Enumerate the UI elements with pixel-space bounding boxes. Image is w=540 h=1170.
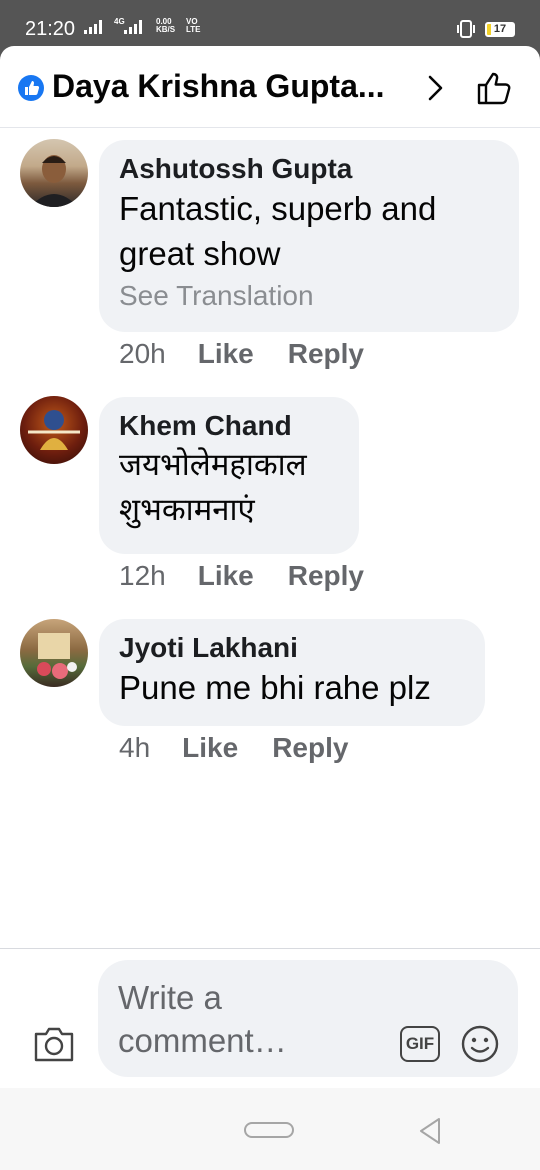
signal-strength-2-icon	[124, 20, 142, 34]
see-translation-link[interactable]: See Translation	[119, 278, 499, 314]
comment-author[interactable]: Ashutossh Gupta	[119, 152, 499, 186]
comment-bubble: Jyoti Lakhani Pune me bhi rahe plz	[99, 619, 485, 726]
avatar[interactable]	[20, 139, 88, 207]
page-title[interactable]: Daya Krishna Gupta...	[52, 68, 385, 105]
status-bar: 21:20 4G 0.00 KB/S VO LTE 17	[0, 0, 540, 46]
net-speed: 0.00 KB/S	[156, 17, 176, 34]
reply-button[interactable]: Reply	[288, 560, 364, 592]
comment-time: 4h	[119, 732, 151, 763]
comment-time: 12h	[119, 560, 166, 591]
thumbs-up-icon[interactable]	[476, 70, 514, 106]
home-button[interactable]	[244, 1122, 294, 1138]
comment-actions: 20h Like Reply	[119, 338, 364, 370]
avatar[interactable]	[20, 396, 88, 464]
like-button[interactable]: Like	[182, 732, 238, 764]
like-button[interactable]: Like	[198, 338, 254, 370]
camera-icon[interactable]	[32, 1024, 76, 1064]
avatar[interactable]	[20, 619, 88, 687]
comment-author[interactable]: Jyoti Lakhani	[119, 631, 465, 665]
battery-icon: 17	[485, 22, 515, 37]
comment-author[interactable]: Khem Chand	[119, 409, 339, 443]
volte-indicator: VO LTE	[186, 17, 201, 34]
gif-button[interactable]: GIF	[400, 1026, 440, 1062]
sheet-header: Daya Krishna Gupta...	[0, 46, 540, 128]
status-time: 21:20	[25, 18, 76, 40]
reply-button[interactable]: Reply	[272, 732, 348, 764]
chevron-right-icon[interactable]	[426, 74, 446, 102]
comment-text: Pune me bhi rahe plz	[119, 669, 431, 706]
comment-bubble: Khem Chand जयभोलेमहाकाल शुभकामनाएं	[99, 397, 359, 554]
back-icon[interactable]	[417, 1116, 443, 1146]
comment-bubble: Ashutossh Gupta Fantastic, superb and gr…	[99, 140, 519, 332]
comment-time: 20h	[119, 338, 166, 369]
system-nav-bar	[0, 1088, 540, 1170]
signal-strength-icon	[84, 20, 102, 34]
comment-actions: 4h Like Reply	[119, 732, 348, 764]
like-button[interactable]: Like	[198, 560, 254, 592]
comment-text: Fantastic, superb and great show	[119, 190, 437, 272]
like-badge-icon	[18, 75, 44, 101]
smiley-icon[interactable]	[460, 1024, 500, 1064]
comment-input[interactable]: Write a comment… GIF	[98, 960, 518, 1077]
comments-sheet: Daya Krishna Gupta... Ashutossh Gupta Fa…	[0, 46, 540, 1170]
comment-actions: 12h Like Reply	[119, 560, 364, 592]
composer-divider	[0, 948, 540, 949]
comment-text: जयभोलेमहाकाल शुभकामनाएं	[119, 447, 307, 528]
reply-button[interactable]: Reply	[288, 338, 364, 370]
vibrate-icon	[457, 20, 475, 38]
comment-input-placeholder: Write a comment…	[118, 979, 287, 1059]
battery-level: 17	[493, 23, 507, 35]
